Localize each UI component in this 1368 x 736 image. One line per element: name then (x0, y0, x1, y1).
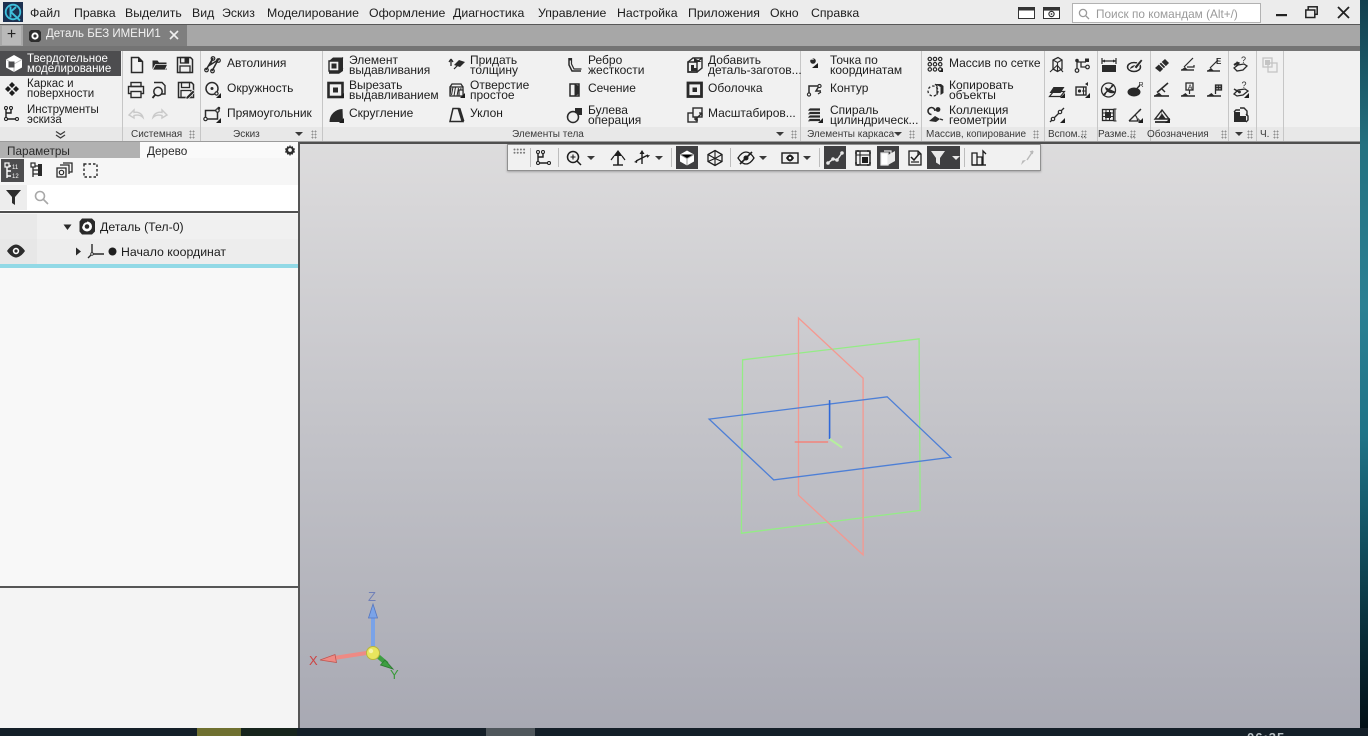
svg-text:?: ? (1241, 55, 1246, 65)
svg-text:1: 1 (1160, 111, 1163, 117)
svg-text:?: ? (1242, 80, 1247, 90)
svg-text:X: X (309, 653, 318, 668)
svg-text:E: E (1216, 57, 1222, 66)
svg-text:Z: Z (368, 589, 376, 604)
svg-text:R: R (1139, 82, 1144, 89)
svg-text:11: 11 (12, 165, 19, 171)
svg-text:Y: Y (390, 667, 399, 682)
svg-text:А: А (1188, 84, 1193, 91)
svg-text:12: 12 (12, 174, 19, 180)
